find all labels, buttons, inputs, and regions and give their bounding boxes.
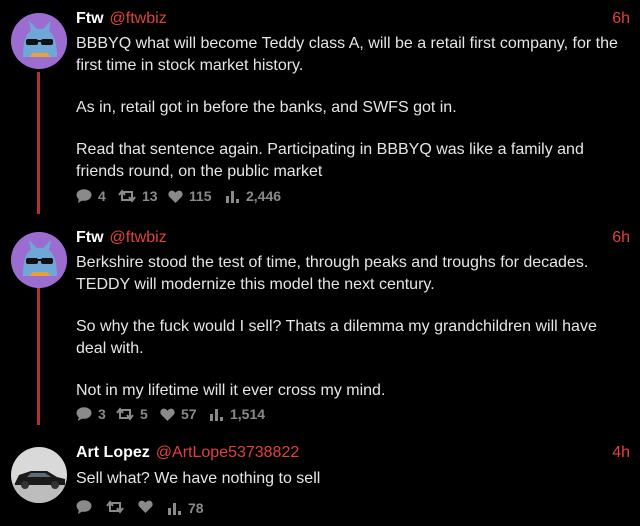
avatar[interactable] bbox=[11, 447, 67, 503]
author-name[interactable]: Ftw bbox=[76, 229, 104, 246]
author-handle[interactable]: @ftwbiz bbox=[110, 10, 167, 27]
views-button[interactable]: 78 bbox=[168, 500, 204, 516]
retweet-button[interactable]: 5 bbox=[116, 406, 148, 422]
view-count: 1,514 bbox=[230, 406, 266, 422]
tweet[interactable]: Ftw @ftwbiz 6h BBBYQ what will become Ted… bbox=[0, 10, 640, 210]
tweet-paragraph: Read that sentence again. Participating … bbox=[76, 141, 584, 180]
heart-icon bbox=[168, 190, 183, 203]
reply-icon bbox=[76, 189, 92, 203]
avatar[interactable] bbox=[11, 232, 67, 288]
reply-button[interactable] bbox=[76, 500, 98, 514]
tweet-paragraph: Not in my lifetime will it ever cross my… bbox=[76, 382, 386, 399]
retweet-icon bbox=[106, 500, 124, 514]
like-button[interactable]: 57 bbox=[160, 406, 197, 422]
reply-button[interactable]: 3 bbox=[76, 406, 106, 422]
timestamp[interactable]: 6h bbox=[612, 10, 630, 28]
tweet-paragraph: As in, retail got in before the banks, a… bbox=[76, 99, 457, 116]
cat-avatar-icon bbox=[11, 13, 67, 69]
bar-chart-icon bbox=[168, 502, 181, 515]
retweet-button[interactable]: 13 bbox=[118, 188, 158, 204]
retweet-button[interactable] bbox=[106, 500, 130, 514]
tweet[interactable]: Art Lopez @ArtLope53738822 4h Sell what? … bbox=[0, 444, 640, 524]
tweet-text: BBBYQ what will become Teddy class A, wi… bbox=[76, 33, 626, 183]
retweet-icon bbox=[116, 407, 134, 421]
retweet-count: 5 bbox=[140, 406, 148, 422]
car-avatar-icon bbox=[11, 447, 67, 503]
tweet-header: Ftw @ftwbiz 6h bbox=[76, 10, 630, 32]
reply-button[interactable]: 4 bbox=[76, 188, 106, 204]
like-button[interactable]: 115 bbox=[168, 188, 212, 204]
like-count: 57 bbox=[181, 406, 197, 422]
tweet-paragraph: BBBYQ what will become Teddy class A, wi… bbox=[76, 35, 618, 74]
heart-icon bbox=[160, 408, 175, 421]
tweet-header: Art Lopez @ArtLope53738822 4h bbox=[76, 444, 630, 466]
tweet-thread: Ftw @ftwbiz 6h BBBYQ what will become Ted… bbox=[0, 0, 640, 526]
view-count: 78 bbox=[188, 500, 204, 516]
retweet-icon bbox=[118, 189, 136, 203]
retweet-count: 13 bbox=[142, 188, 158, 204]
view-count: 2,446 bbox=[246, 188, 282, 204]
reply-icon bbox=[76, 500, 92, 514]
author-name[interactable]: Ftw bbox=[76, 10, 104, 27]
reply-icon bbox=[76, 407, 92, 421]
tweet-text: Berkshire stood the test of time, throug… bbox=[76, 252, 626, 402]
tweet-text: Sell what? We have nothing to sell bbox=[76, 468, 626, 490]
author-name[interactable]: Art Lopez bbox=[76, 444, 150, 461]
reply-count: 4 bbox=[98, 188, 106, 204]
like-count: 115 bbox=[189, 188, 212, 204]
author-handle[interactable]: @ftwbiz bbox=[110, 229, 167, 246]
timestamp[interactable]: 4h bbox=[612, 444, 630, 462]
cat-avatar-icon bbox=[11, 232, 67, 288]
tweet-paragraph: Berkshire stood the test of time, throug… bbox=[76, 254, 589, 293]
bar-chart-icon bbox=[210, 408, 223, 421]
views-button[interactable]: 1,514 bbox=[210, 406, 265, 422]
bar-chart-icon bbox=[226, 190, 239, 203]
tweet-paragraph: So why the fuck would I sell? Thats a di… bbox=[76, 318, 597, 357]
timestamp[interactable]: 6h bbox=[612, 229, 630, 247]
avatar[interactable] bbox=[11, 13, 67, 69]
views-button[interactable]: 2,446 bbox=[226, 188, 281, 204]
like-button[interactable] bbox=[138, 500, 159, 513]
tweet[interactable]: Ftw @ftwbiz 6h Berkshire stood the test o… bbox=[0, 229, 640, 429]
author-handle[interactable]: @ArtLope53738822 bbox=[156, 444, 299, 461]
reply-count: 3 bbox=[98, 406, 106, 422]
tweet-paragraph: Sell what? We have nothing to sell bbox=[76, 470, 321, 487]
heart-icon bbox=[138, 500, 153, 513]
tweet-header: Ftw @ftwbiz 6h bbox=[76, 229, 630, 251]
